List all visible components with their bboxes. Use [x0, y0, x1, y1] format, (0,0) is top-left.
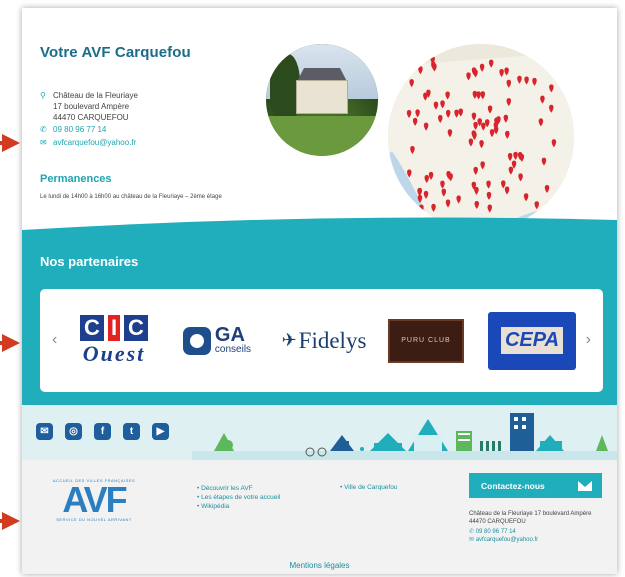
link-ville-carquefou[interactable]: Ville de Carquefou	[344, 484, 397, 491]
ga-mark-icon	[182, 326, 211, 355]
contact-details: Château de la Fleuriaye 17 boulevard Amp…	[469, 498, 602, 544]
puru-club-text: PURU CLUB	[388, 318, 464, 363]
partners-section: Nos partenaires ‹ › C I C Ouest GA conse…	[22, 217, 617, 405]
cic-letter-i: I	[108, 314, 120, 341]
avf-info-section: Votre AVF Carquefou ⚲ Château de la Fleu…	[22, 8, 617, 238]
footer-links-col2: • Ville de Carquefou	[340, 484, 398, 491]
footer: ACCUEIL DES VILLES FRANÇAISES AVF SERVIC…	[22, 460, 617, 574]
link-wikipedia[interactable]: Wikipédia	[201, 503, 229, 510]
address-line-3: 44470 CARQUEFOU	[53, 113, 129, 122]
cepa-text: CEPA	[500, 327, 564, 354]
annotation-arrow-bottom	[0, 512, 20, 530]
permanences-title: Permanences	[40, 173, 112, 185]
partner-logo-fidelys[interactable]: ✈ Fidelys	[278, 303, 370, 378]
address-line-2: 17 boulevard Ampère	[53, 102, 130, 111]
partner-logo-cic-ouest[interactable]: C I C Ouest	[66, 303, 162, 378]
contact-title: Contactez-nous	[481, 480, 545, 491]
carousel-prev-button[interactable]: ‹	[52, 331, 57, 349]
annotation-arrow-top	[0, 134, 20, 152]
ga-sub: conseils	[214, 344, 252, 355]
location-pin-icon: ⚲	[40, 91, 46, 100]
permanences-text: Le lundi de 14h00 à 16h00 au château de …	[40, 194, 222, 200]
plane-icon: ✈	[281, 330, 297, 350]
partners-title: Nos partenaires	[40, 254, 139, 269]
town-illustration	[192, 413, 617, 460]
map-pin	[546, 201, 552, 210]
link-decouvrir-avf[interactable]: Découvrir les AVF	[201, 485, 253, 492]
mail-icon[interactable]: ✉	[36, 423, 53, 440]
youtube-icon[interactable]: ▶	[152, 423, 169, 440]
contact-phone[interactable]: 09 80 96 77 14	[476, 529, 516, 535]
envelope-icon: ✉	[40, 138, 47, 147]
cic-letter-c2: C	[124, 314, 148, 341]
contact-email[interactable]: avfcarquefou@yahoo.fr	[476, 537, 538, 543]
facebook-icon[interactable]: f	[94, 423, 111, 440]
phone-icon: ✆	[469, 529, 475, 535]
instagram-icon[interactable]: ◎	[65, 423, 82, 440]
avf-logo[interactable]: ACCUEIL DES VILLES FRANÇAISES AVF SERVIC…	[40, 478, 148, 538]
email-link[interactable]: avfcarquefou@yahoo.fr	[53, 137, 136, 148]
cic-ouest-text: Ouest	[82, 340, 146, 366]
envelope-icon: ✉	[469, 537, 475, 543]
partner-logo-ga-conseils[interactable]: GA conseils	[177, 303, 257, 378]
contact-box: Contactez-nous Château de la Fleuriaye 1…	[469, 473, 602, 568]
phone-icon: ✆	[40, 125, 47, 134]
partners-carousel: ‹ › C I C Ouest GA conseils ✈ Fidelys PU…	[40, 289, 603, 392]
carousel-next-button[interactable]: ›	[586, 331, 591, 349]
section-title: Votre AVF Carquefou	[40, 44, 191, 61]
partner-logo-cepa[interactable]: CEPA	[486, 303, 578, 378]
phone-link[interactable]: 09 80 96 77 14	[53, 124, 106, 135]
partner-logo-puru-club[interactable]: PURU CLUB	[386, 303, 466, 378]
twitter-icon[interactable]: t	[123, 423, 140, 440]
fidelys-text: Fidelys	[298, 327, 367, 353]
page-frame: Votre AVF Carquefou ⚲ Château de la Fleu…	[22, 8, 617, 574]
mentions-legales-link[interactable]: Mentions légales	[22, 561, 617, 570]
chateau-photo	[266, 44, 378, 156]
contact-button[interactable]: Contactez-nous	[469, 473, 602, 498]
mail-envelope-icon	[578, 480, 592, 491]
address-block: ⚲ Château de la Fleuriaye 17 boulevard A…	[40, 90, 138, 148]
avf-logo-main: AVF	[62, 479, 127, 520]
footer-links-col1: • Découvrir les AVF • Les étapes de votr…	[197, 485, 281, 510]
annotation-arrow-middle	[0, 334, 20, 352]
avf-logo-bottom-text: SERVICE DU NOUVEL ARRIVANT	[56, 517, 132, 522]
social-town-band: ✉ ◎ f t ▶	[22, 405, 617, 460]
cic-letter-c1: C	[80, 314, 104, 341]
ga-name: GA	[214, 324, 245, 346]
link-etapes-accueil[interactable]: Les étapes de votre accueil	[201, 494, 280, 501]
france-map	[388, 44, 574, 230]
social-links: ✉ ◎ f t ▶	[36, 423, 169, 440]
address-line-1: Château de la Fleuriaye	[53, 91, 138, 100]
contact-address: Château de la Fleuriaye 17 boulevard Amp…	[469, 511, 592, 525]
